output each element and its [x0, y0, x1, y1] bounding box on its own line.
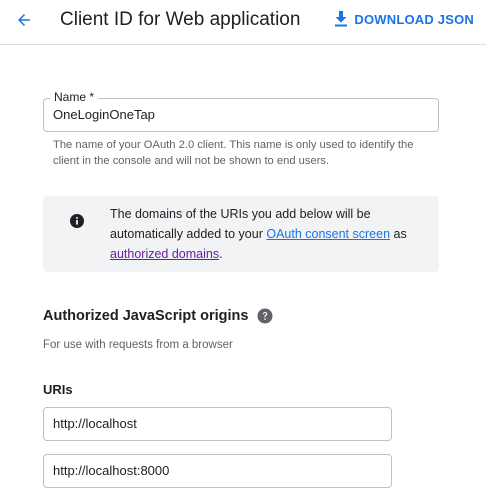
- js-origins-subtitle: For use with requests from a browser: [43, 339, 233, 351]
- page-header: Client ID for Web application DOWNLOAD J…: [0, 0, 486, 45]
- download-icon: [334, 11, 348, 27]
- info-text-after: .: [219, 247, 223, 261]
- arrow-left-icon: [18, 14, 30, 26]
- back-button[interactable]: [10, 6, 38, 34]
- download-json-button[interactable]: DOWNLOAD JSON: [334, 10, 474, 28]
- name-field-label: Name *: [50, 90, 99, 104]
- uri-input-1[interactable]: http://localhost: [43, 407, 392, 441]
- info-text-middle: as: [390, 227, 407, 241]
- uri-input-2[interactable]: http://localhost:8000: [43, 454, 392, 488]
- name-field-value[interactable]: OneLoginOneTap: [53, 107, 155, 123]
- name-field-hint: The name of your OAuth 2.0 client. This …: [53, 139, 414, 167]
- page-title: Client ID for Web application: [60, 9, 301, 30]
- authorized-domains-link[interactable]: authorized domains: [110, 247, 219, 261]
- uri-value-1: http://localhost: [53, 416, 137, 431]
- info-text: The domains of the URIs you add below wi…: [110, 204, 430, 264]
- info-box: The domains of the URIs you add below wi…: [43, 196, 439, 272]
- js-origins-title: Authorized JavaScript origins: [43, 308, 249, 324]
- oauth-consent-screen-link[interactable]: OAuth consent screen: [266, 227, 390, 241]
- help-icon[interactable]: [257, 308, 273, 324]
- name-field[interactable]: Name * OneLoginOneTap: [43, 90, 439, 132]
- uris-label: URIs: [43, 382, 73, 397]
- uri-value-2: http://localhost:8000: [53, 463, 170, 478]
- client-id-page: Client ID for Web application DOWNLOAD J…: [0, 0, 486, 498]
- info-icon: [70, 214, 84, 228]
- download-json-label: DOWNLOAD JSON: [354, 11, 474, 27]
